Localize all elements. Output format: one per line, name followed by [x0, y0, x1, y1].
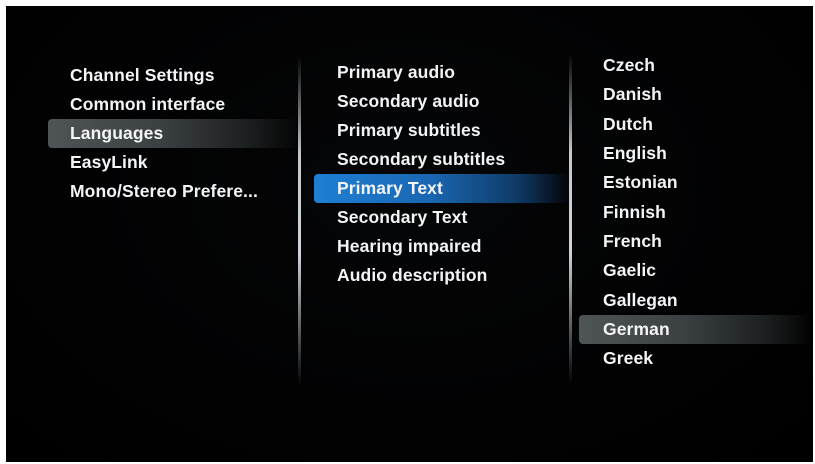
settings-category-list: Channel Settings Common interface Langua…: [48, 61, 298, 206]
language-option-german[interactable]: German: [579, 314, 813, 344]
tv-menu-screen: Channel Settings Common interface Langua…: [6, 6, 813, 462]
menu-item-common-interface[interactable]: Common interface: [48, 90, 298, 119]
menu-item-easylink[interactable]: EasyLink: [48, 148, 298, 177]
menu-item-primary-audio[interactable]: Primary audio: [314, 58, 569, 87]
language-option-estonian[interactable]: Estonian: [579, 168, 813, 197]
column-divider-left: [298, 56, 301, 386]
menu-item-secondary-text[interactable]: Secondary Text: [314, 203, 569, 232]
language-option-english[interactable]: English: [579, 139, 813, 168]
language-settings-list: Primary audio Secondary audio Primary su…: [314, 58, 569, 290]
language-option-gaelic[interactable]: Gaelic: [579, 256, 813, 285]
menu-item-mono-stereo-preference[interactable]: Mono/Stereo Prefere...: [48, 177, 298, 206]
language-options-list: Czech Danish Dutch English Estonian Finn…: [579, 51, 813, 373]
menu-item-secondary-subtitles[interactable]: Secondary subtitles: [314, 145, 569, 174]
language-option-dutch[interactable]: Dutch: [579, 110, 813, 139]
language-option-gallegan[interactable]: Gallegan: [579, 285, 813, 314]
language-option-french[interactable]: French: [579, 227, 813, 256]
menu-item-languages[interactable]: Languages: [48, 119, 298, 148]
menu-item-secondary-audio[interactable]: Secondary audio: [314, 87, 569, 116]
column-divider-right: [569, 54, 572, 384]
menu-item-primary-text[interactable]: Primary Text: [314, 174, 569, 203]
language-option-finnish[interactable]: Finnish: [579, 197, 813, 226]
menu-item-audio-description[interactable]: Audio description: [314, 261, 569, 290]
language-option-greek[interactable]: Greek: [579, 344, 813, 373]
menu-item-hearing-impaired[interactable]: Hearing impaired: [314, 232, 569, 261]
language-option-czech[interactable]: Czech: [579, 51, 813, 80]
menu-item-channel-settings[interactable]: Channel Settings: [48, 61, 298, 90]
menu-item-primary-subtitles[interactable]: Primary subtitles: [314, 116, 569, 145]
language-option-danish[interactable]: Danish: [579, 80, 813, 109]
